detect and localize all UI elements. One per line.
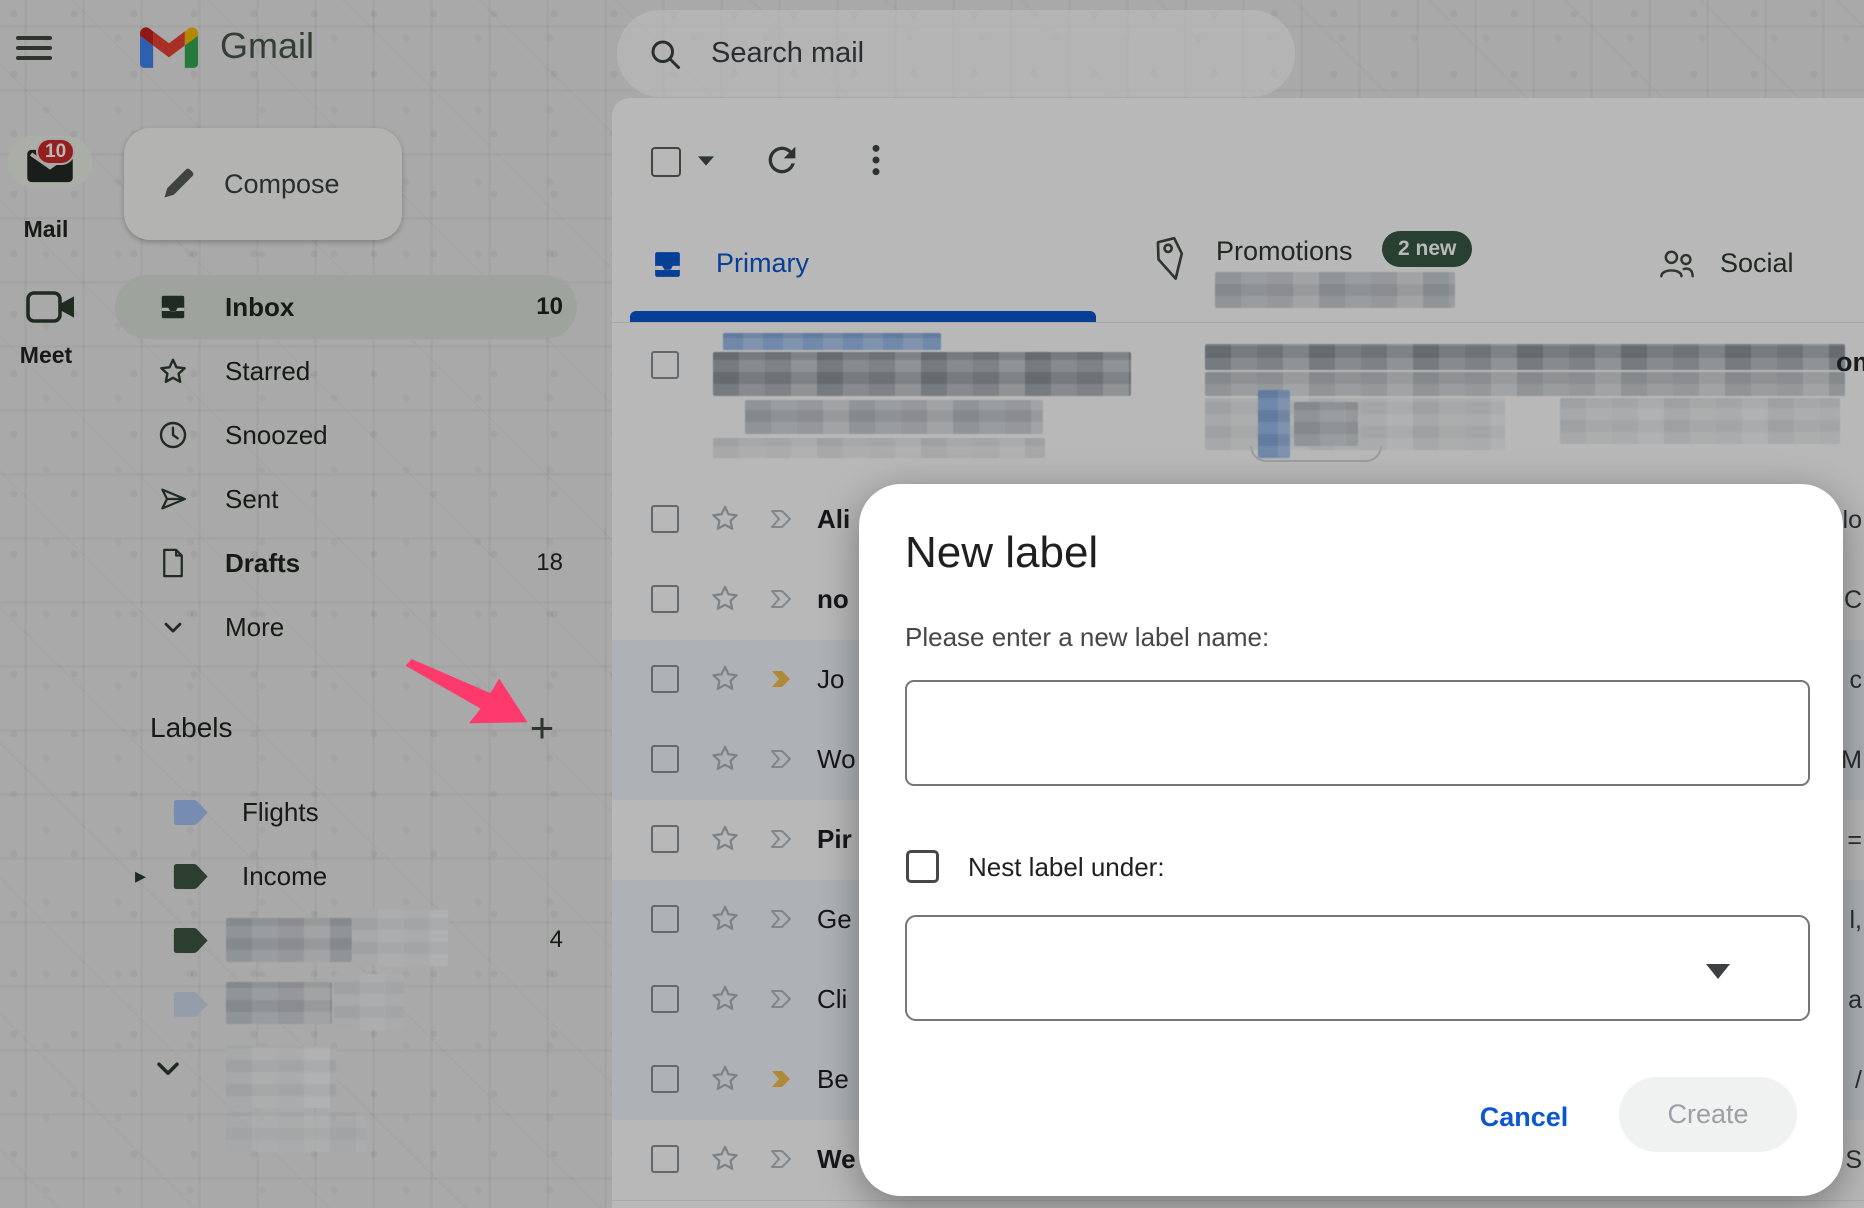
label-name-prompt: Please enter a new label name: [905,622,1269,653]
new-label-name-input[interactable] [905,680,1810,786]
dialog-title: New label [905,528,1098,578]
parent-label-select[interactable] [905,915,1810,1021]
select-caret-icon [1706,964,1730,979]
nest-label-checkbox[interactable] [906,850,939,883]
create-button[interactable]: Create [1619,1077,1797,1152]
new-label-dialog: New label Please enter a new label name:… [859,484,1843,1196]
nest-label-text: Nest label under: [968,852,1165,883]
gmail-app: { "app": { "title": "Gmail" }, "header":… [0,0,1864,1208]
annotation-arrow [404,658,532,734]
cancel-button[interactable]: Cancel [1459,1084,1589,1150]
